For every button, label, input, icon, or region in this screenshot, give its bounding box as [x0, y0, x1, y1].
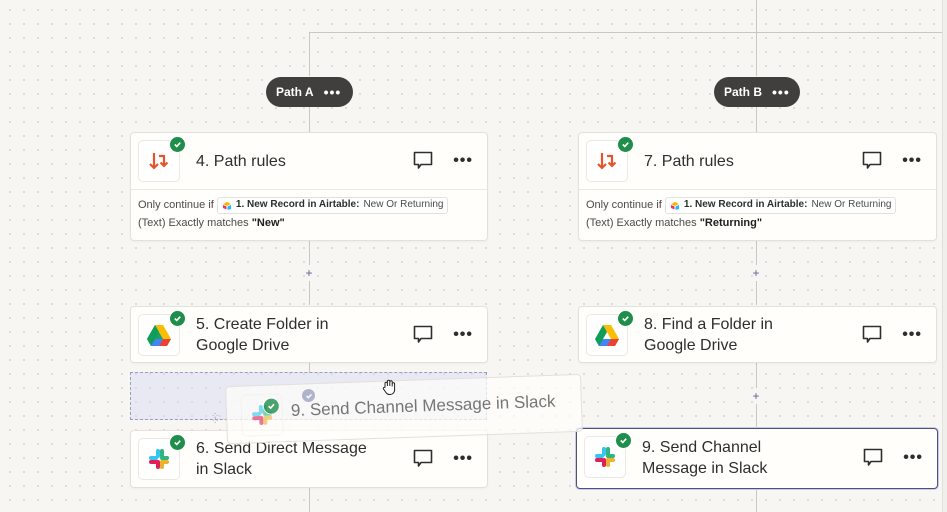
- dragging-step-title: 9. Send Channel Message in Slack: [290, 391, 556, 420]
- connector-line: [309, 488, 310, 512]
- step-title-line: Google Drive: [644, 337, 738, 354]
- airtable-icon: [222, 201, 231, 210]
- field-step: 1. New Record in Airtable:: [235, 199, 360, 211]
- more-options-icon[interactable]: •••: [453, 326, 473, 344]
- comment-icon[interactable]: [862, 325, 882, 344]
- path-rule-description: Only continue if 1. New Record in Airtab…: [131, 189, 487, 238]
- step-title: 9. Send Channel Message in Slack: [642, 437, 767, 479]
- field-step: 1. New Record in Airtable:: [683, 199, 808, 211]
- field-chip[interactable]: 1. New Record in Airtable: New Or Return…: [216, 196, 449, 214]
- check-icon: [169, 136, 186, 153]
- grab-cursor-icon: [381, 378, 399, 401]
- rule-value: "Returning": [699, 217, 763, 229]
- step-title: 7. Path rules: [644, 153, 734, 170]
- path-label: Path A: [276, 85, 314, 99]
- comment-icon[interactable]: [862, 151, 882, 170]
- step-title-line: Message in Slack: [642, 460, 768, 477]
- step-title-line: in Slack: [196, 461, 253, 478]
- rule-value: "New": [251, 217, 285, 229]
- step-card-create-folder[interactable]: 5. Create Folder in Google Drive •••: [130, 306, 488, 363]
- field-name: New Or Returning: [811, 199, 892, 211]
- check-icon: [302, 389, 315, 402]
- path-b-pill[interactable]: Path B •••: [714, 77, 800, 107]
- connector-line: [309, 106, 310, 132]
- step-title: 8. Find a Folder in Google Drive: [644, 314, 773, 356]
- connector-line: [756, 363, 757, 388]
- step-card-path-rules[interactable]: 4. Path rules ••• Only continue if 1. Ne…: [130, 132, 488, 241]
- path-a-pill[interactable]: Path A •••: [266, 77, 353, 107]
- add-step-button[interactable]: +: [750, 389, 762, 403]
- more-horizontal-icon[interactable]: •••: [772, 84, 790, 100]
- field-name: New Or Returning: [363, 199, 444, 211]
- step-card-find-folder[interactable]: 8. Find a Folder in Google Drive •••: [578, 306, 937, 363]
- connector-line: [756, 281, 757, 305]
- field-chip[interactable]: 1. New Record in Airtable: New Or Return…: [664, 196, 897, 214]
- more-options-icon[interactable]: •••: [453, 450, 473, 468]
- connector-line: [309, 241, 310, 265]
- path-rule-description: Only continue if 1. New Record in Airtab…: [579, 189, 936, 238]
- check-icon: [617, 136, 634, 153]
- airtable-icon: [670, 201, 679, 210]
- connector-line: [309, 32, 943, 33]
- step-card-send-channel-message[interactable]: 9. Send Channel Message in Slack •••: [576, 428, 938, 489]
- check-icon: [615, 432, 632, 449]
- more-options-icon[interactable]: •••: [902, 326, 922, 344]
- check-icon: [169, 434, 186, 451]
- step-title-line: Google Drive: [196, 337, 290, 354]
- step-title: 4. Path rules: [196, 153, 286, 170]
- rule-prefix: Only continue if: [586, 199, 662, 211]
- step-title: 5. Create Folder in Google Drive: [196, 314, 329, 356]
- more-horizontal-icon[interactable]: •••: [324, 84, 342, 100]
- rule-condition: (Text) Exactly matches: [586, 217, 697, 229]
- more-options-icon[interactable]: •••: [453, 152, 473, 170]
- connector-line: [309, 281, 310, 305]
- canvas-edge: [942, 0, 947, 512]
- step-card-path-rules[interactable]: 7. Path rules ••• Only continue if 1. Ne…: [578, 132, 937, 241]
- more-options-icon[interactable]: •••: [902, 152, 922, 170]
- connector-line: [756, 404, 757, 428]
- connector-line: [756, 106, 757, 132]
- more-options-icon[interactable]: •••: [903, 449, 923, 467]
- comment-icon[interactable]: [413, 325, 433, 344]
- drag-handle-icon[interactable]: ⁘ ⁘: [211, 412, 220, 427]
- connector-line: [309, 32, 310, 76]
- add-step-button[interactable]: +: [750, 266, 762, 280]
- connector-line: [756, 488, 757, 512]
- path-label: Path B: [724, 85, 763, 99]
- step-title-line: 9. Send Channel: [642, 439, 762, 456]
- dragging-step-card[interactable]: 9. Send Channel Message in Slack: [225, 373, 583, 445]
- step-title-line: 5. Create Folder in: [196, 316, 329, 333]
- connector-line: [756, 0, 757, 76]
- comment-icon[interactable]: [863, 448, 883, 467]
- check-icon: [169, 310, 186, 327]
- step-title-line: 8. Find a Folder in: [644, 316, 773, 333]
- add-step-button[interactable]: +: [303, 266, 315, 280]
- rule-condition: (Text) Exactly matches: [138, 217, 249, 229]
- connector-line: [756, 241, 757, 265]
- rule-prefix: Only continue if: [138, 199, 214, 211]
- comment-icon[interactable]: [413, 449, 433, 468]
- check-icon: [617, 310, 634, 327]
- comment-icon[interactable]: [413, 151, 433, 170]
- step-title: 6. Send Direct Message in Slack: [196, 438, 367, 480]
